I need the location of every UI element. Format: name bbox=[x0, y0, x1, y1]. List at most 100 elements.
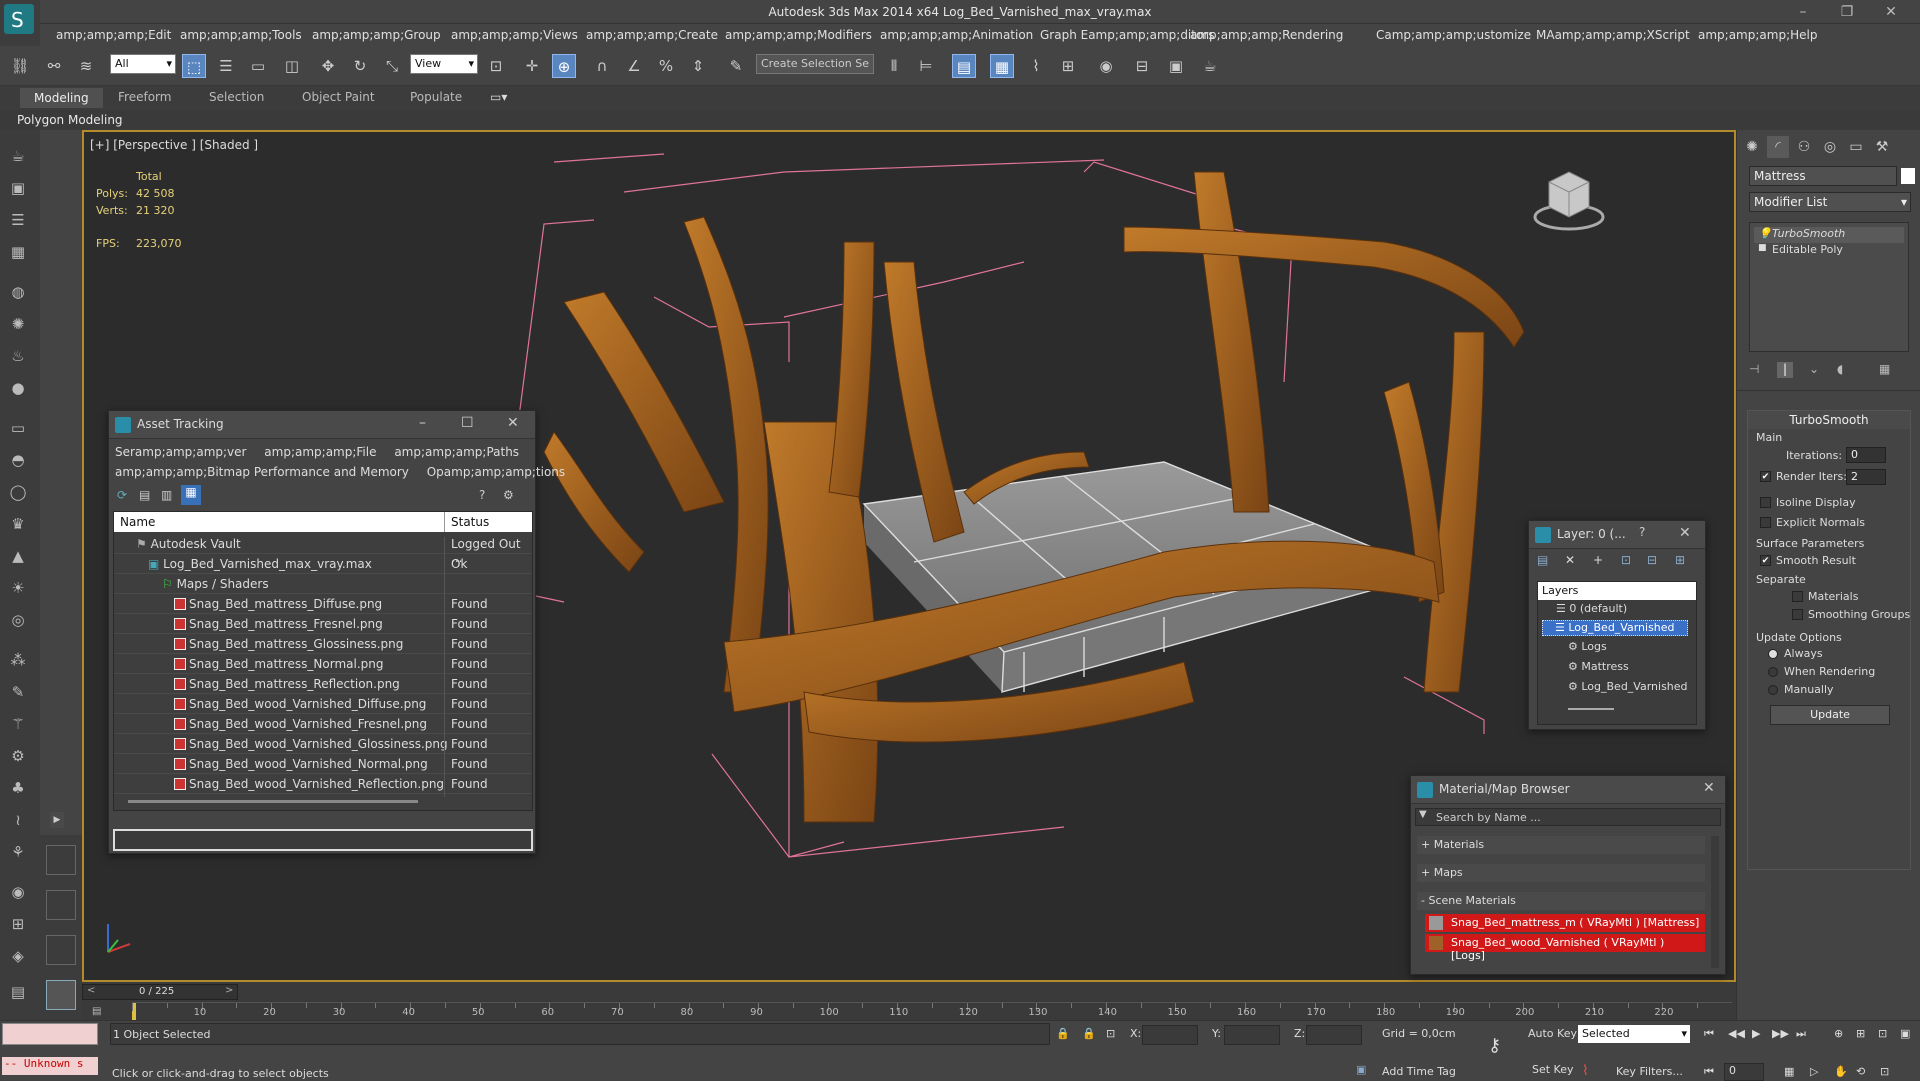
set-key-button[interactable]: Set Key bbox=[1532, 1063, 1574, 1076]
next-frame-icon[interactable]: ▶▶ bbox=[1772, 1027, 1789, 1040]
hair-icon[interactable]: ≀ bbox=[6, 808, 30, 832]
render-production-icon[interactable]: ☕ bbox=[1198, 54, 1222, 78]
highlight-icon[interactable]: ⊟ bbox=[1647, 553, 1657, 567]
walk-icon[interactable]: ♨ bbox=[6, 344, 30, 368]
window-crossing-icon[interactable]: ◫ bbox=[280, 54, 304, 78]
dome-icon[interactable]: ◓ bbox=[6, 448, 30, 472]
material-sphere-icon[interactable]: ◉ bbox=[6, 880, 30, 904]
table-row[interactable]: Snag_Bed_mattress_Normal.png Found bbox=[114, 654, 532, 677]
play-icon[interactable]: ▶ bbox=[1752, 1027, 1760, 1040]
help-button[interactable]: ? bbox=[1639, 525, 1645, 539]
time-config-icon[interactable]: ▦ bbox=[1784, 1065, 1794, 1078]
vertical-scrollbar[interactable] bbox=[1711, 836, 1719, 968]
plane-icon[interactable]: ▭ bbox=[6, 416, 30, 440]
close-icon[interactable]: ✕ bbox=[1703, 780, 1715, 796]
absolute-mode-icon[interactable]: ⊡ bbox=[1106, 1027, 1115, 1040]
zoom-icon[interactable]: ⊕ bbox=[1834, 1027, 1843, 1040]
cone-icon[interactable]: ▲ bbox=[6, 544, 30, 568]
track-bar[interactable]: 10 20 30 40 50 60 70 80 90 100 110 120 130 140 150 160 1… bbox=[132, 1002, 1732, 1021]
table-view-icon[interactable]: ▥ bbox=[161, 488, 172, 502]
add-time-tag[interactable]: Add Time Tag bbox=[1382, 1065, 1456, 1078]
help-icon[interactable]: ? bbox=[479, 488, 485, 502]
col-status[interactable]: Status bbox=[444, 512, 489, 532]
crown-icon[interactable]: ♛ bbox=[6, 512, 30, 536]
separate-materials-checkbox[interactable] bbox=[1792, 591, 1803, 602]
time-tag-icon[interactable]: ▣ bbox=[1356, 1063, 1366, 1076]
camera-icon[interactable]: ◍ bbox=[6, 280, 30, 304]
menu-animation[interactable]: amp;amp;amp;Animation bbox=[880, 28, 1033, 42]
mini-curve-editor-icon[interactable]: ▤ bbox=[92, 1006, 110, 1018]
table-row[interactable]: Snag_Bed_mattress_Fresnel.png Found bbox=[114, 614, 532, 637]
render-setup-icon[interactable]: ⊟ bbox=[1130, 54, 1154, 78]
lock-icon[interactable]: 🔒 bbox=[1056, 1027, 1070, 1040]
zoom-all-icon[interactable]: ⊞ bbox=[1856, 1027, 1865, 1040]
asset-path-field[interactable] bbox=[113, 829, 533, 851]
material-editor-icon[interactable]: ◉ bbox=[1094, 54, 1118, 78]
table-row[interactable]: ⚐ Maps / Shaders bbox=[114, 574, 532, 597]
selection-filter-dropdown[interactable]: All ▾ bbox=[110, 54, 176, 74]
always-radio[interactable] bbox=[1768, 649, 1778, 659]
show-end-result-icon[interactable]: | bbox=[1777, 362, 1793, 378]
key-icon[interactable]: ⚷ bbox=[1488, 1035, 1501, 1056]
spinner-snap-icon[interactable]: ⇕ bbox=[686, 54, 710, 78]
maximize-viewport-icon[interactable]: ⊡ bbox=[1880, 1065, 1889, 1078]
y-coordinate-field[interactable] bbox=[1224, 1025, 1280, 1045]
cloth-icon[interactable]: ⚘ bbox=[6, 840, 30, 864]
hierarchy-tab-icon[interactable]: ⚇ bbox=[1793, 136, 1815, 158]
close-button[interactable]: ✕ bbox=[1874, 2, 1908, 22]
menu-views[interactable]: amp;amp;amp;Views bbox=[451, 28, 578, 42]
configure-sets-icon[interactable]: ▦ bbox=[1879, 362, 1890, 376]
manually-radio[interactable] bbox=[1768, 685, 1778, 695]
layout-split-icon[interactable] bbox=[46, 890, 76, 920]
asset-menu-server[interactable]: Seramp;amp;amp;ver bbox=[115, 445, 246, 459]
table-row[interactable]: Snag_Bed_wood_Varnished_Fresnel.png Found bbox=[114, 714, 532, 737]
tab-populate[interactable]: Populate bbox=[410, 90, 462, 104]
go-to-end-icon[interactable]: ⏭ bbox=[1796, 1027, 1806, 1041]
menu-edit[interactable]: amp;amp;amp;Edit bbox=[56, 28, 171, 42]
asset-tracking-header[interactable]: Asset Tracking – ☐ ✕ bbox=[109, 411, 535, 439]
torus-icon[interactable]: ◎ bbox=[6, 608, 30, 632]
menu-group[interactable]: amp;amp;amp;Group bbox=[312, 28, 441, 42]
layout-triple-icon[interactable] bbox=[46, 935, 76, 965]
table-row[interactable]: Snag_Bed_wood_Varnished_Normal.png Found bbox=[114, 754, 532, 777]
asset-menu-paths[interactable]: amp;amp;amp;Paths bbox=[394, 445, 519, 459]
link-icon[interactable]: ⛓ bbox=[8, 54, 32, 78]
utilities-tab-icon[interactable]: ⚒ bbox=[1871, 136, 1893, 158]
tab-object-paint[interactable]: Object Paint bbox=[302, 90, 375, 104]
settings-icon[interactable]: ⚙ bbox=[503, 488, 514, 502]
menu-tools[interactable]: amp;amp;amp;Tools bbox=[180, 28, 302, 42]
layer-dialog-header[interactable]: Layer: 0 (... ? ✕ bbox=[1529, 521, 1705, 549]
paint-icon[interactable]: ✎ bbox=[6, 680, 30, 704]
smoothing-groups-checkbox[interactable] bbox=[1792, 609, 1803, 620]
align-icon[interactable]: ⊨ bbox=[914, 54, 938, 78]
scroll-indicator[interactable] bbox=[1568, 708, 1614, 710]
particles-icon[interactable]: ⁂ bbox=[6, 648, 30, 672]
orbit-icon[interactable]: ⟲ bbox=[1856, 1065, 1865, 1078]
tab-selection[interactable]: Selection bbox=[209, 90, 264, 104]
object-item-mattress[interactable]: ⚙ Mattress bbox=[1568, 660, 1629, 673]
close-icon[interactable]: ✕ bbox=[507, 415, 519, 431]
layer-item-default[interactable]: ☰ 0 (default) bbox=[1556, 602, 1627, 615]
search-options-icon[interactable]: ▼ bbox=[1419, 809, 1427, 820]
hide-all-icon[interactable]: ⊞ bbox=[1675, 553, 1685, 567]
make-unique-icon[interactable]: ⌄ bbox=[1809, 362, 1819, 376]
x-coordinate-field[interactable] bbox=[1142, 1025, 1198, 1045]
modifier-list-dropdown[interactable]: Modifier List ▾ bbox=[1749, 192, 1911, 212]
table-row[interactable]: Snag_Bed_mattress_Diffuse.png Found bbox=[114, 594, 532, 617]
asset-menu-options[interactable]: Opamp;amp;amp;tions bbox=[427, 465, 565, 479]
when-rendering-radio[interactable] bbox=[1768, 667, 1778, 677]
update-button[interactable]: Update bbox=[1770, 705, 1890, 725]
motion-tab-icon[interactable]: ◎ bbox=[1819, 136, 1841, 158]
modify-tab-icon[interactable]: ◜ bbox=[1767, 136, 1789, 158]
rendered-frame-window-icon[interactable]: ▣ bbox=[1164, 54, 1188, 78]
display-tab-icon[interactable]: ▭ bbox=[1845, 136, 1867, 158]
teapot-icon[interactable]: ☕ bbox=[6, 144, 30, 168]
zoom-extents-all-icon[interactable]: ▣ bbox=[1900, 1027, 1910, 1040]
schematic-view-icon[interactable]: ⊞ bbox=[1056, 54, 1080, 78]
render-iters-spinner[interactable]: 2 bbox=[1846, 469, 1886, 485]
expand-arrow-icon[interactable]: ▶ bbox=[50, 812, 64, 828]
pivot-center-icon[interactable]: ⊡ bbox=[484, 54, 508, 78]
geosphere-icon[interactable]: ◯ bbox=[6, 480, 30, 504]
curve-editor-icon[interactable]: ⌇ bbox=[1024, 54, 1048, 78]
go-to-start-icon[interactable]: ⏮ bbox=[1704, 1027, 1714, 1041]
